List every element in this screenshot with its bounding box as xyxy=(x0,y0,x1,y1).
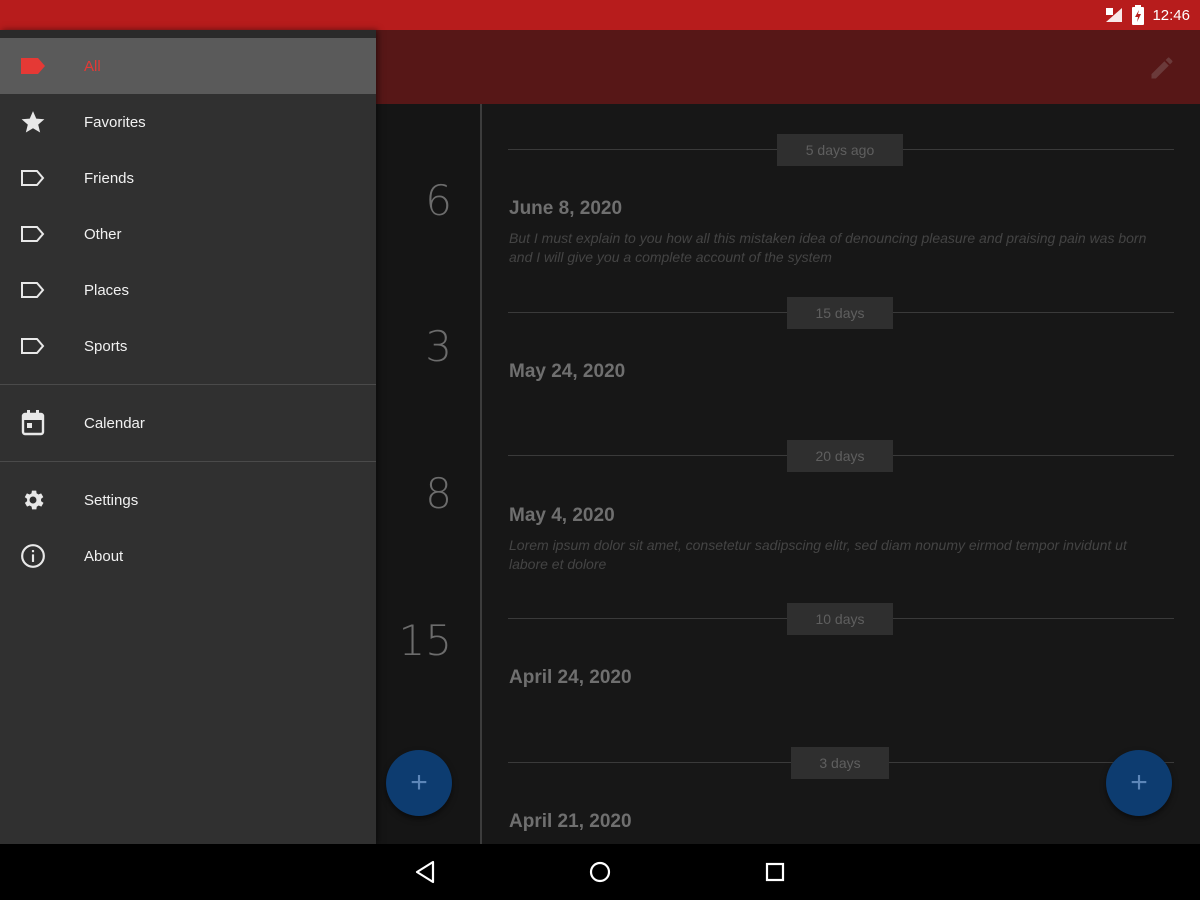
drawer-item-label: Settings xyxy=(84,491,139,509)
drawer-item-label: All xyxy=(84,57,101,75)
entry-text: labore et dolore xyxy=(509,556,607,572)
back-button[interactable] xyxy=(410,857,440,887)
drawer-item-calendar[interactable]: Calendar xyxy=(0,395,376,451)
drawer-divider xyxy=(0,461,376,462)
gap-separator: 15 days xyxy=(508,297,1174,329)
entry-date[interactable]: May 4, 2020 xyxy=(509,505,615,527)
plus-icon: + xyxy=(1130,766,1148,799)
pencil-icon xyxy=(1151,57,1173,79)
back-triangle-icon xyxy=(415,860,435,884)
gear-icon xyxy=(20,487,46,513)
drawer-item-sports[interactable]: Sports xyxy=(0,318,376,374)
gap-separator: 20 days xyxy=(508,440,1174,472)
home-button[interactable] xyxy=(585,857,615,887)
navigation-drawer: All Favorites Friends Other Places Sport… xyxy=(0,30,376,844)
home-circle-icon xyxy=(589,861,611,883)
calendar-icon xyxy=(20,410,46,436)
label-outline-icon xyxy=(20,165,46,191)
day-number: 3 xyxy=(425,322,452,371)
status-bar: 12:46 xyxy=(0,0,1200,30)
entry-text: But I must explain to you how all this m… xyxy=(509,230,1147,246)
drawer-item-places[interactable]: Places xyxy=(0,262,376,318)
status-time: 12:46 xyxy=(1152,6,1190,24)
gap-separator: 5 days ago xyxy=(508,134,1174,166)
drawer-item-label: Places xyxy=(84,281,130,299)
drawer-item-all[interactable]: All xyxy=(0,38,376,94)
signal-icon xyxy=(1106,8,1123,22)
gap-label: 3 days xyxy=(791,747,889,779)
entry-text: Lorem ipsum dolor sit amet, consetetur s… xyxy=(509,537,1127,553)
drawer-item-label: Favorites xyxy=(84,113,146,131)
drawer-item-other[interactable]: Other xyxy=(0,206,376,262)
edit-button[interactable] xyxy=(1148,54,1176,82)
entry-text: and I will give you a complete account o… xyxy=(509,249,832,265)
entry-date[interactable]: May 24, 2020 xyxy=(509,361,625,383)
entry-date[interactable]: June 8, 2020 xyxy=(509,198,622,220)
day-number: 15 xyxy=(398,616,452,665)
timeline-list: 5 days ago June 8, 2020 But I must expla… xyxy=(482,104,1200,844)
star-icon xyxy=(20,109,46,135)
drawer-item-about[interactable]: About xyxy=(0,528,376,584)
entry-date[interactable]: April 21, 2020 xyxy=(509,811,632,833)
gap-label: 20 days xyxy=(787,440,893,472)
drawer-item-favorites[interactable]: Favorites xyxy=(0,94,376,150)
add-entry-fab[interactable]: + xyxy=(386,750,452,816)
drawer-item-label: Sports xyxy=(84,337,128,355)
day-number: 6 xyxy=(425,176,452,225)
gap-label: 5 days ago xyxy=(777,134,903,166)
system-nav-bar xyxy=(0,844,1200,900)
add-entry-fab[interactable]: + xyxy=(1106,750,1172,816)
drawer-item-label: Friends xyxy=(84,169,135,187)
label-outline-icon xyxy=(20,333,46,359)
label-outline-icon xyxy=(20,277,46,303)
drawer-divider xyxy=(0,384,376,385)
drawer-item-settings[interactable]: Settings xyxy=(0,472,376,528)
day-number-column: 6 3 8 15 xyxy=(376,104,480,844)
drawer-item-friends[interactable]: Friends xyxy=(0,150,376,206)
recents-square-icon xyxy=(765,862,785,882)
day-number: 8 xyxy=(425,469,452,518)
label-outline-icon xyxy=(20,221,46,247)
gap-separator: 10 days xyxy=(508,603,1174,635)
gap-label: 15 days xyxy=(787,297,893,329)
gap-label: 10 days xyxy=(787,603,893,635)
battery-icon xyxy=(1132,5,1145,25)
gap-separator: 3 days xyxy=(508,747,1174,779)
drawer-item-label: Other xyxy=(84,225,122,243)
info-icon xyxy=(20,543,46,569)
label-filled-icon xyxy=(20,53,46,79)
drawer-item-label: Calendar xyxy=(84,414,145,432)
entry-date[interactable]: April 24, 2020 xyxy=(509,667,632,689)
plus-icon: + xyxy=(410,766,428,799)
recents-button[interactable] xyxy=(760,857,790,887)
drawer-item-label: About xyxy=(84,547,124,565)
